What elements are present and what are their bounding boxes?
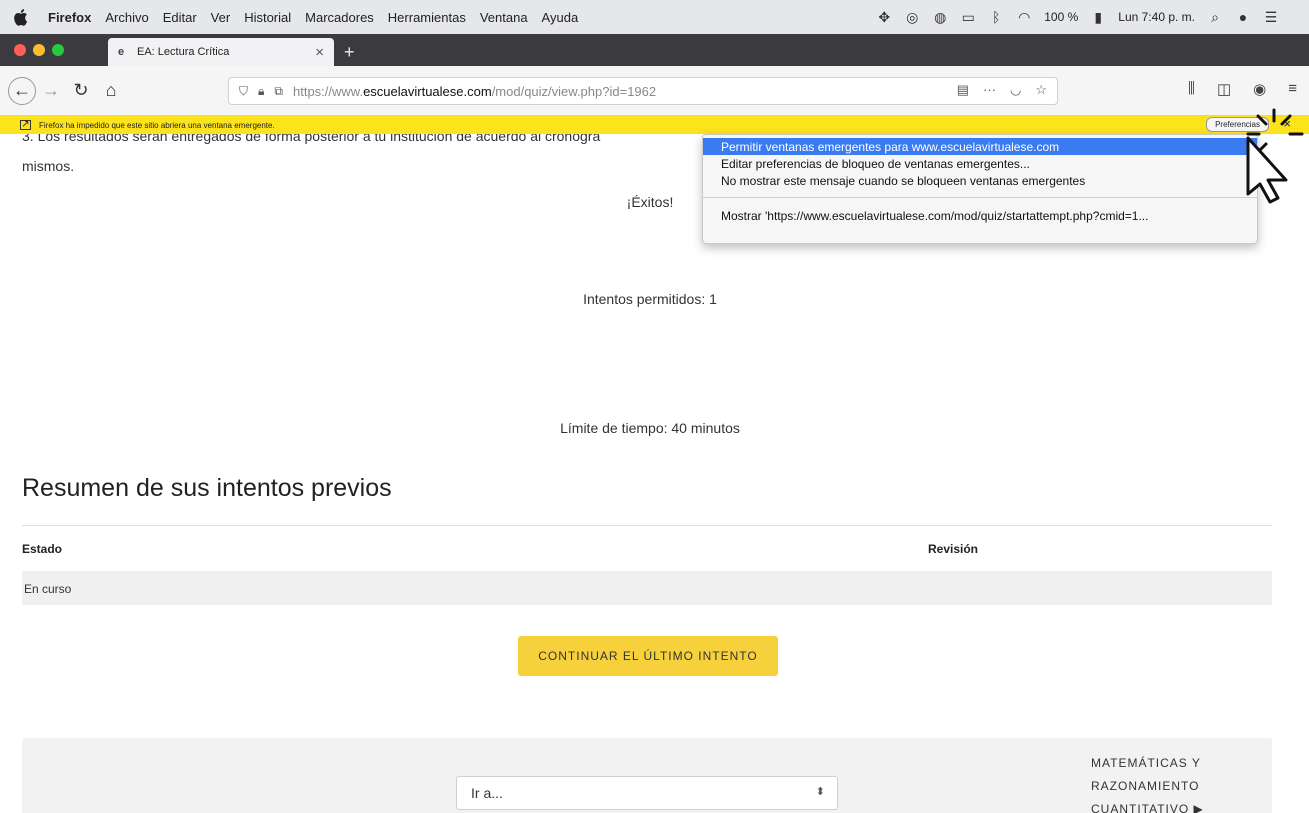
instructions-text: mismos.: [22, 158, 75, 174]
table-row: En curso: [22, 571, 1272, 605]
menu-item-dont-show-message[interactable]: No mostrar este mensaje cuando se bloque…: [703, 172, 1257, 189]
url-scheme: https://www.: [292, 83, 364, 99]
dropbox-icon[interactable]: ✥: [876, 9, 892, 25]
reader-view-icon[interactable]: ▤: [957, 82, 969, 98]
siri-icon[interactable]: ●: [1235, 9, 1251, 25]
home-icon[interactable]: ⌂: [96, 76, 126, 106]
library-icon[interactable]: ⫼: [1188, 80, 1195, 98]
attempts-allowed: Intentos permitidos: 1: [583, 291, 717, 307]
continue-last-attempt-button[interactable]: CONTINUAR EL ÚLTIMO INTENTO: [518, 636, 778, 676]
status-tray: ✥ ◎ ◍ ▭ ᛒ ◠ 100 % ▮ Lun 7:40 p. m. ⌕ ● ☰: [876, 0, 1279, 34]
back-arrow-icon[interactable]: ←: [8, 76, 36, 105]
jump-to-select[interactable]: Ir a... ⬍: [456, 776, 838, 810]
tab-strip: e EA: Lectura Crítica × +: [0, 34, 1309, 66]
menu-firefox[interactable]: Firefox: [48, 10, 91, 25]
tracking-shield-icon[interactable]: ⛉: [239, 84, 248, 99]
airdrop-icon[interactable]: ◍: [932, 9, 948, 25]
menu-herramientas[interactable]: Herramientas: [388, 10, 466, 25]
popup-blocked-icon[interactable]: ⧉: [274, 84, 283, 99]
popup-preferences-menu: Permitir ventanas emergentes para www.es…: [702, 134, 1258, 244]
clock[interactable]: Lun 7:40 p. m.: [1118, 10, 1195, 24]
sync-icon[interactable]: ◎: [904, 9, 920, 25]
menu-ventana[interactable]: Ventana: [480, 10, 528, 25]
menu-ver[interactable]: Ver: [211, 10, 231, 25]
menu-archivo[interactable]: Archivo: [105, 10, 148, 25]
select-arrows-icon: ⬍: [815, 786, 825, 798]
toolbar-right: ⫼ ◫ ◉ ≡: [1188, 80, 1297, 98]
navigation-toolbar: ← → ↻ ⌂ ⛉ 🔒︎ ⧉ https://www. escuelavirtua…: [0, 66, 1309, 116]
menu-marcadores[interactable]: Marcadores: [305, 10, 374, 25]
menu-ayuda[interactable]: Ayuda: [542, 10, 579, 25]
jump-to-label: Ir a...: [471, 785, 503, 801]
menu-historial[interactable]: Historial: [244, 10, 291, 25]
pocket-icon[interactable]: ◡: [1010, 82, 1021, 98]
column-header-revision: Revisión: [928, 542, 979, 556]
tab-lectura-critica[interactable]: e EA: Lectura Crítica ×: [108, 38, 334, 66]
menu-item-allow-popups[interactable]: Permitir ventanas emergentes para www.es…: [703, 138, 1257, 155]
close-tab-icon[interactable]: ×: [315, 44, 324, 61]
popup-blocked-bar-icon: ↗: [20, 119, 31, 130]
account-icon[interactable]: ◉: [1253, 80, 1266, 98]
url-path: /mod/quiz/view.php?id=1962: [491, 83, 657, 99]
new-tab-button[interactable]: +: [344, 38, 355, 66]
bluetooth-icon[interactable]: ᛒ: [988, 9, 1004, 25]
forward-arrow-icon[interactable]: →: [36, 76, 66, 106]
bookmark-star-icon[interactable]: ☆: [1035, 82, 1047, 98]
summary-heading: Resumen de sus intentos previos: [22, 474, 392, 502]
column-header-estado: Estado: [22, 542, 63, 556]
zoom-window-button[interactable]: [52, 44, 64, 56]
popup-blocked-message: Firefox ha impedido que este sitio abrie…: [39, 120, 275, 130]
battery-percentage: 100 %: [1044, 10, 1079, 24]
next-activity-link[interactable]: MATEMÁTICAS Y RAZONAMIENTO CUANTITATIVO …: [1091, 752, 1271, 813]
airplay-icon[interactable]: ▭: [960, 9, 976, 25]
page-actions-icon[interactable]: ···: [983, 82, 996, 98]
menu-item-show-blocked-popup[interactable]: Mostrar 'https://www.escuelavirtualese.c…: [703, 207, 1257, 224]
minimize-window-button[interactable]: [33, 44, 45, 56]
lock-icon[interactable]: 🔒︎: [258, 84, 264, 99]
menu-item-edit-popup-preferences[interactable]: Editar preferencias de bloqueo de ventan…: [703, 155, 1257, 172]
url-bar[interactable]: ⛉ 🔒︎ ⧉ https://www. escuelavirtualese.com…: [228, 77, 1058, 105]
tab-title: EA: Lectura Crítica: [137, 46, 230, 58]
spotlight-search-icon[interactable]: ⌕: [1207, 9, 1223, 25]
sidebar-icon[interactable]: ◫: [1217, 80, 1231, 98]
window-controls: [0, 34, 78, 66]
notification-center-icon[interactable]: ☰: [1263, 9, 1279, 25]
table-divider: [22, 525, 1272, 526]
apple-icon[interactable]: [14, 8, 30, 26]
menu-editar[interactable]: Editar: [163, 10, 197, 25]
macos-menu-bar: Firefox Archivo Editar Ver Historial Mar…: [0, 0, 1309, 34]
popup-blocked-notification-bar: ↗ Firefox ha impedido que este sitio abr…: [0, 116, 1309, 134]
menu-separator: [703, 197, 1257, 198]
attempt-status: En curso: [24, 582, 72, 596]
battery-icon[interactable]: ▮: [1090, 9, 1106, 25]
activity-navigation: Ir a... ⬍ MATEMÁTICAS Y RAZONAMIENTO CUA…: [22, 738, 1272, 813]
instructions-cut-text: 3. Los resultados serán entregados de fo…: [22, 134, 601, 144]
site-favicon-icon: e: [118, 46, 125, 58]
time-limit: Límite de tiempo: 40 minutos: [560, 420, 740, 436]
click-cursor-icon: [1246, 108, 1304, 204]
close-window-button[interactable]: [14, 44, 26, 56]
reload-icon[interactable]: ↻: [66, 76, 96, 106]
url-domain: escuelavirtualese.com: [363, 83, 492, 99]
wifi-icon[interactable]: ◠: [1016, 9, 1032, 25]
hamburger-menu-icon[interactable]: ≡: [1288, 80, 1297, 98]
url-actions: ▤ ··· ◡ ☆: [957, 82, 1047, 98]
